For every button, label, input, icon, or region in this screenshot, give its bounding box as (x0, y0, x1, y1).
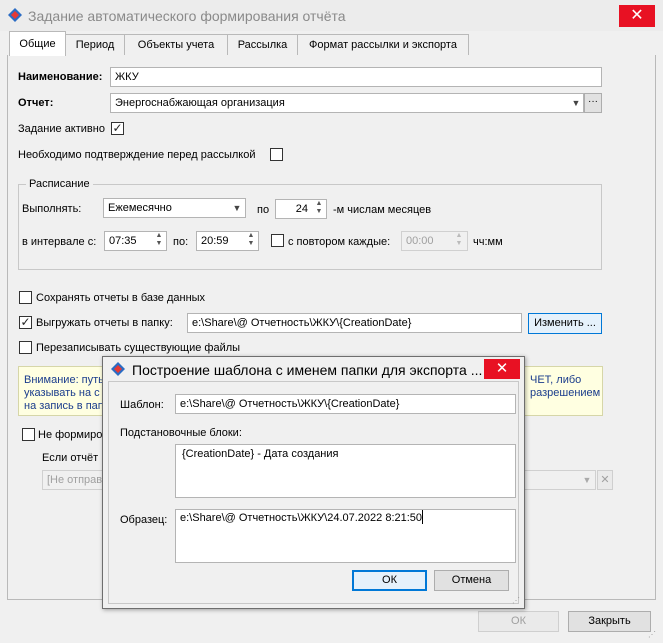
window-title: Задание автоматического формирования отч… (28, 8, 346, 24)
tab-period[interactable]: Период (65, 34, 125, 56)
warning-line-1: Внимание: путь (24, 374, 104, 386)
tab-general[interactable]: Общие (9, 31, 66, 56)
dialog-app-icon (111, 362, 125, 376)
confirm-checkbox[interactable] (270, 148, 283, 161)
report-label: Отчет: (18, 97, 54, 109)
blocks-label: Подстановочные блоки: (120, 427, 242, 439)
run-select-value: Ежемесячно (108, 202, 172, 214)
warning-line-3: на запись в папк (24, 400, 109, 412)
warning-line-2: указывать на с (24, 387, 100, 399)
repeat-checkbox[interactable] (271, 234, 284, 247)
folder-path-input[interactable]: e:\Share\@ Отчетность\ЖКУ\{CreationDate} (187, 313, 522, 333)
interval-label: в интервале с: (22, 236, 97, 248)
overwrite-checkbox[interactable] (19, 341, 32, 354)
blocks-list-item[interactable]: {CreationDate} - Дата создания (176, 445, 515, 460)
window-close-button[interactable]: ✕ (619, 5, 655, 27)
export-folder-checkbox[interactable]: ✓ (19, 316, 32, 329)
schedule-group (18, 184, 602, 270)
warning-line-2-tail: разрешением (530, 387, 601, 399)
confirm-label: Необходимо подтверждение перед рассылкой (18, 149, 256, 161)
repeat-unit-label: чч:мм (473, 236, 503, 248)
name-input[interactable]: ЖКУ (110, 67, 602, 87)
dialog-resize-grip-icon[interactable]: ⋰ (512, 596, 522, 606)
overwrite-label: Перезаписывать существующие файлы (36, 342, 241, 354)
not-form-checkbox[interactable] (22, 428, 35, 441)
run-select[interactable]: Ежемесячно (103, 198, 246, 218)
not-form-label: Не формиров (38, 429, 109, 441)
time-from-spinner-icon[interactable]: ▲ ▼ (152, 232, 166, 250)
dialog-title: Построение шаблона с именем папки для эк… (132, 362, 483, 378)
warning-line-1-tail: ЧЕТ, либо (530, 374, 582, 386)
blocks-list: {CreationDate} - Дата создания (175, 444, 516, 498)
name-label: Наименование: (18, 71, 103, 83)
save-db-label: Сохранять отчеты в базе данных (36, 292, 206, 304)
repeat-spinner-icon: ▲ ▼ (455, 232, 463, 247)
if-report-dropdown-icon: ▼ (582, 475, 592, 485)
close-button[interactable]: Закрыть (568, 611, 651, 632)
active-label: Задание активно (18, 123, 105, 135)
run-label: Выполнять: (22, 203, 82, 215)
template-dialog: Построение шаблона с именем папки для эк… (102, 356, 525, 609)
day-spinner-icon[interactable]: ▲ ▼ (312, 200, 326, 218)
ok-button[interactable]: ОК (478, 611, 559, 632)
tab-format[interactable]: Формат рассылки и экспорта (297, 34, 469, 56)
run-dropdown-icon[interactable]: ▼ (230, 199, 244, 217)
report-select[interactable]: Энергоснабжающая организация (110, 93, 584, 113)
dialog-close-button[interactable]: ✕ (484, 359, 520, 379)
report-more-button[interactable]: ··· (584, 93, 602, 113)
dialog-ok-button[interactable]: ОК (352, 570, 427, 591)
day-on-label: по (257, 204, 270, 216)
template-input[interactable]: e:\Share\@ Отчетность\ЖКУ\{CreationDate} (175, 394, 516, 414)
sample-label: Образец: (120, 514, 168, 526)
change-folder-button[interactable]: Изменить ... (528, 313, 602, 334)
report-dropdown-icon[interactable]: ▼ (569, 94, 583, 112)
tab-mailing[interactable]: Рассылка (227, 34, 298, 56)
if-report-label: Если отчёт н (42, 452, 108, 464)
sample-textarea[interactable]: e:\Share\@ Отчетность\ЖКУ\24.07.2022 8:2… (175, 509, 516, 563)
time-to-spinner-icon[interactable]: ▲ ▼ (244, 232, 258, 250)
template-label: Шаблон: (120, 399, 164, 411)
resize-grip-icon[interactable]: ⋰ (648, 630, 658, 640)
schedule-legend: Расписание (26, 178, 93, 190)
report-select-value: Энергоснабжающая организация (115, 97, 285, 109)
tab-objects[interactable]: Объекты учета (124, 34, 228, 56)
active-checkbox[interactable]: ✓ (111, 122, 124, 135)
save-db-checkbox[interactable] (19, 291, 32, 304)
day-suffix-label: -м числам месяцев (333, 204, 432, 216)
app-icon (8, 8, 22, 22)
export-folder-label: Выгружать отчеты в папку: (36, 317, 173, 329)
time-to-label: по: (173, 236, 189, 248)
if-report-clear-icon: ✕ (597, 470, 613, 490)
repeat-label: с повтором каждые: (288, 236, 391, 248)
sample-text: e:\Share\@ Отчетность\ЖКУ\24.07.2022 8:2… (176, 510, 424, 524)
dialog-cancel-button[interactable]: Отмена (434, 570, 509, 591)
